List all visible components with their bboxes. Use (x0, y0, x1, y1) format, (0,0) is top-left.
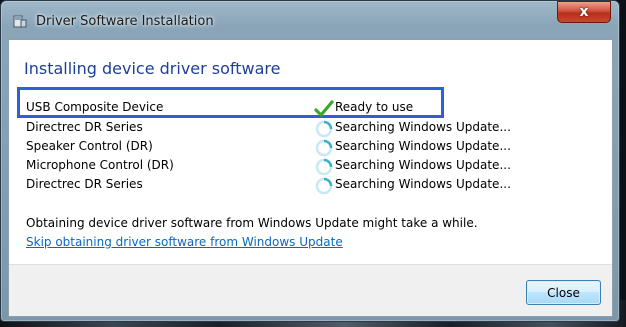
spinner-icon (315, 139, 333, 157)
device-name: Directrec DR Series (26, 120, 143, 134)
device-name: Speaker Control (DR) (26, 139, 153, 153)
device-status-text: Ready to use (335, 100, 414, 114)
device-status-text: Searching Windows Update... (335, 139, 511, 153)
spinner-icon (315, 177, 333, 195)
spinner-icon (315, 120, 333, 138)
device-installer-icon (13, 15, 27, 28)
page-title: Installing device driver software (24, 59, 281, 78)
dialog-window: Driver Software Installation x Installin… (0, 0, 620, 322)
close-icon: x (579, 4, 589, 20)
device-status-text: Searching Windows Update... (335, 158, 511, 172)
close-button[interactable]: Close (526, 280, 601, 305)
check-icon (314, 100, 334, 117)
content-pane: Installing device driver software USB Co… (9, 40, 612, 264)
window-title: Driver Software Installation (36, 14, 214, 29)
device-status-text: Searching Windows Update... (335, 120, 511, 134)
device-name: USB Composite Device (26, 100, 164, 114)
device-name: Microphone Control (DR) (26, 158, 174, 172)
skip-windows-update-link[interactable]: Skip obtaining driver software from Wind… (26, 235, 343, 249)
device-name: Directrec DR Series (26, 177, 143, 191)
dialog-client-area: Installing device driver software USB Co… (8, 39, 613, 317)
footer-divider (9, 264, 612, 265)
info-message: Obtaining device driver software from Wi… (26, 216, 478, 230)
window-close-button[interactable]: x (557, 1, 611, 23)
device-status-text: Searching Windows Update... (335, 177, 511, 191)
spinner-icon (315, 158, 333, 176)
title-bar[interactable]: Driver Software Installation x (1, 1, 619, 41)
